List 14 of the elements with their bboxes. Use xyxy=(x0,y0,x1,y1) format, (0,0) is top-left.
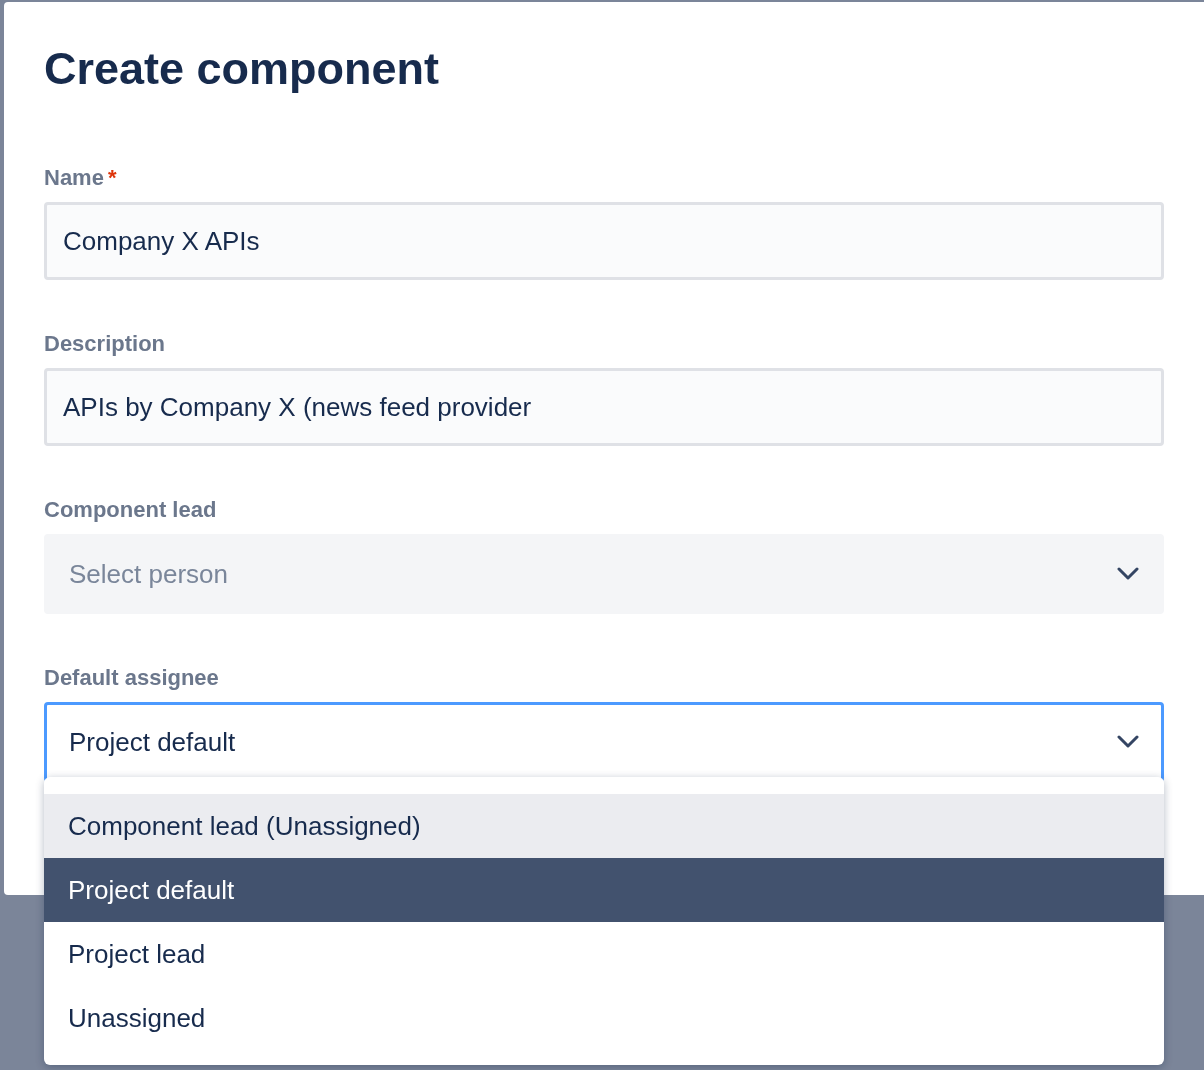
required-asterisk: * xyxy=(107,166,117,190)
field-label: Default assignee xyxy=(44,666,219,690)
chevron-down-icon xyxy=(1117,567,1139,581)
field-label: Description xyxy=(44,332,166,356)
menu-option[interactable]: Unassigned xyxy=(44,986,1164,1050)
chevron-down-icon xyxy=(1117,735,1139,749)
text-input-field[interactable]: Company X APIs xyxy=(44,202,1164,280)
menu-option[interactable]: Component lead (Unassigned) xyxy=(44,794,1164,858)
field-label: Name xyxy=(44,166,104,190)
menu-option[interactable]: Project lead xyxy=(44,922,1164,986)
text-input-field[interactable]: APIs by Company X (news feed provider xyxy=(44,368,1164,446)
dialog-title: Create component xyxy=(44,42,441,96)
field-label: Component lead xyxy=(44,498,217,522)
menu-option[interactable]: Project default xyxy=(44,858,1164,922)
